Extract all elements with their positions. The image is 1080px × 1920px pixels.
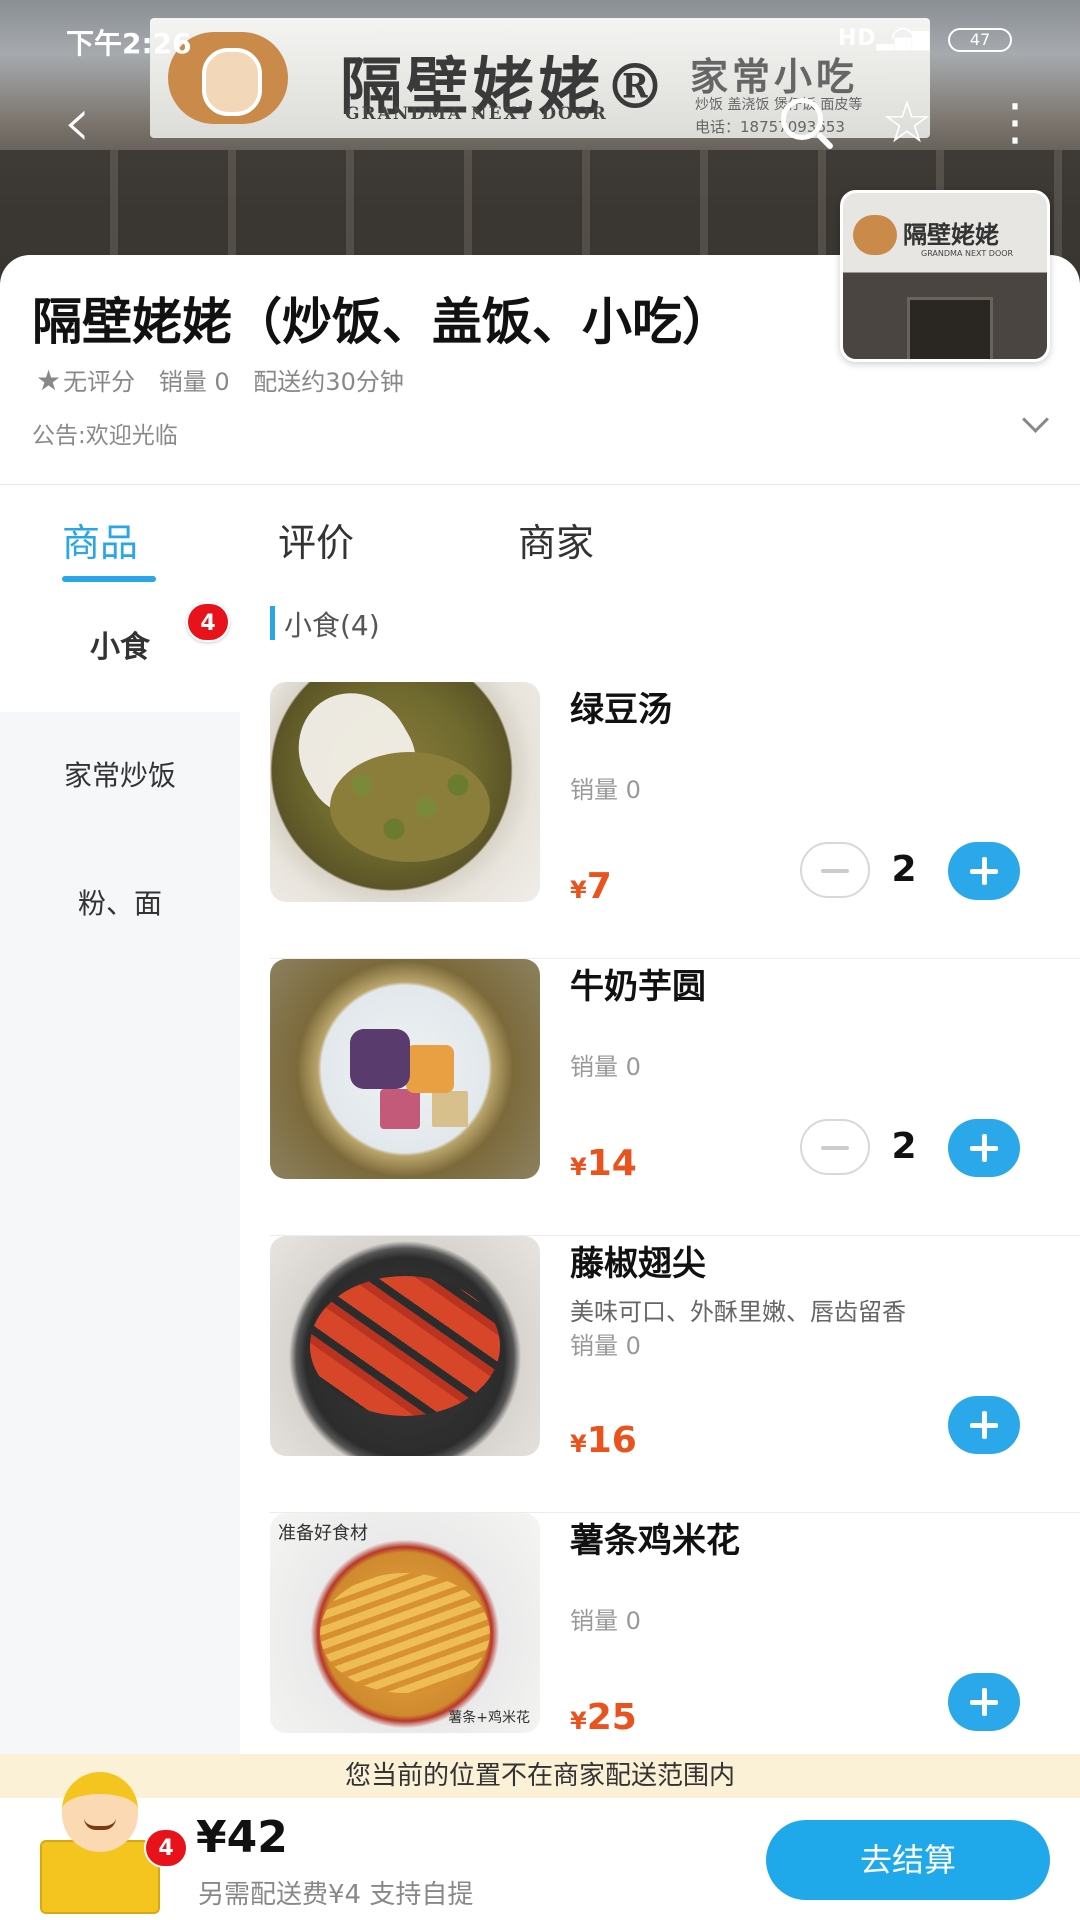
rating-star-icon: ★ bbox=[36, 364, 62, 397]
delivery-range-notice: 您当前的位置不在商家配送范围内 bbox=[0, 1754, 1080, 1798]
status-bar: 下午2:26 HD▂▄▆ ◠ 47 bbox=[0, 0, 1080, 70]
decrease-quantity-button[interactable] bbox=[800, 1119, 870, 1175]
product-price-value: 7 bbox=[586, 866, 612, 907]
product-description: 美味可口、外酥里嫩、唇齿留香 bbox=[570, 1298, 906, 1326]
currency-symbol: ¥ bbox=[570, 1707, 587, 1735]
image-caption: 准备好食材 bbox=[278, 1523, 368, 1544]
product-name: 藤椒翅尖 bbox=[570, 1244, 706, 1284]
product-image-pepper-wings[interactable] bbox=[270, 1236, 540, 1456]
delivery-fee-info: 另需配送费¥4 支持自提 bbox=[198, 1880, 474, 1910]
category-count-badge: 4 bbox=[186, 602, 230, 642]
product-item[interactable]: 绿豆汤 销量 0 ¥7 2 bbox=[270, 682, 1080, 959]
thumb-door bbox=[907, 297, 993, 359]
section-bar bbox=[270, 606, 275, 640]
tab-reviews[interactable]: 评价 bbox=[278, 512, 354, 567]
product-item[interactable]: 牛奶芋圆 销量 0 ¥14 2 bbox=[270, 959, 1080, 1236]
sign-store-english: GRANDMA NEXT DOOR bbox=[345, 104, 608, 124]
category-fried-rice[interactable]: 家常炒饭 bbox=[0, 712, 240, 840]
product-price: ¥14 bbox=[570, 1143, 637, 1184]
product-image-fries-popcorn-chicken[interactable]: 准备好食材 薯条+鸡米花 bbox=[270, 1513, 540, 1733]
image-caption: 薯条+鸡米花 bbox=[448, 1710, 530, 1726]
quantity: 2 bbox=[891, 1126, 917, 1167]
divider bbox=[0, 484, 1080, 485]
thumb-store-english: GRANDMA NEXT DOOR bbox=[921, 249, 1014, 258]
store-rating: 无评分 bbox=[63, 368, 136, 396]
product-price-value: 25 bbox=[586, 1697, 637, 1738]
product-price-value: 14 bbox=[586, 1143, 637, 1184]
product-sales: 销量 0 bbox=[570, 1332, 641, 1360]
product-name: 牛奶芋圆 bbox=[570, 967, 706, 1007]
store-announcement: 公告:欢迎光临 bbox=[32, 423, 178, 449]
store-meta: ★无评分 销量 0 配送约30分钟 bbox=[36, 362, 420, 397]
product-name: 绿豆汤 bbox=[570, 690, 672, 730]
quantity: 2 bbox=[891, 849, 917, 890]
battery-icon: 47 bbox=[948, 28, 1012, 52]
currency-symbol: ¥ bbox=[570, 1430, 587, 1458]
add-item-button[interactable] bbox=[948, 1119, 1020, 1177]
mascot-head bbox=[62, 1772, 138, 1852]
delivery-time: 配送约30分钟 bbox=[253, 368, 404, 396]
store-title: 隔壁姥姥（炒饭、盖饭、小吃） bbox=[32, 293, 732, 351]
add-item-button[interactable] bbox=[948, 1396, 1020, 1454]
category-noodles[interactable]: 粉、面 bbox=[0, 840, 240, 968]
tab-merchant[interactable]: 商家 bbox=[518, 512, 594, 567]
wifi-icon: ◠ bbox=[890, 20, 917, 55]
active-tab-indicator bbox=[62, 576, 156, 582]
category-sidebar: 小食 4 家常炒饭 粉、面 bbox=[0, 584, 240, 1754]
store-thumbnail[interactable]: 隔壁姥姥 GRANDMA NEXT DOOR bbox=[840, 190, 1050, 362]
add-item-button[interactable] bbox=[948, 842, 1020, 900]
signal-label: HD bbox=[838, 26, 877, 51]
search-icon[interactable] bbox=[772, 92, 832, 152]
status-time: 下午2:26 bbox=[66, 27, 192, 60]
product-item[interactable]: 准备好食材 薯条+鸡米花 薯条鸡米花 销量 0 ¥25 bbox=[270, 1513, 1080, 1790]
cart-total-price: ¥42 bbox=[196, 1812, 288, 1863]
tab-bar: 商品 评价 商家 bbox=[0, 498, 1080, 584]
add-item-button[interactable] bbox=[948, 1673, 1020, 1731]
store-sales: 销量 0 bbox=[158, 368, 230, 396]
currency-symbol: ¥ bbox=[570, 1153, 587, 1181]
thumb-store-name: 隔壁姥姥 bbox=[903, 220, 999, 249]
back-icon[interactable]: ‹ bbox=[52, 87, 102, 157]
cart-count-badge: 4 bbox=[144, 1828, 188, 1868]
checkout-button[interactable]: 去结算 bbox=[766, 1820, 1050, 1900]
cart-mascot-icon[interactable] bbox=[40, 1772, 160, 1914]
chevron-down-icon[interactable] bbox=[1018, 404, 1054, 440]
favorite-star-icon[interactable]: ☆ bbox=[872, 92, 942, 152]
product-image-taro-milk[interactable] bbox=[270, 959, 540, 1179]
product-price: ¥16 bbox=[570, 1420, 637, 1461]
section-title: 小食(4) bbox=[284, 609, 380, 642]
tab-goods[interactable]: 商品 bbox=[62, 512, 138, 567]
product-price: ¥25 bbox=[570, 1697, 637, 1738]
category-label: 粉、面 bbox=[77, 887, 162, 920]
category-label: 小食 bbox=[90, 630, 150, 665]
more-options-icon[interactable]: ⋮ bbox=[990, 92, 1040, 152]
product-price-value: 16 bbox=[586, 1420, 637, 1461]
currency-symbol: ¥ bbox=[570, 876, 587, 904]
product-image-mung-bean-soup[interactable] bbox=[270, 682, 540, 902]
product-sales: 销量 0 bbox=[570, 1053, 641, 1081]
product-sales: 销量 0 bbox=[570, 776, 641, 804]
category-snacks[interactable]: 小食 4 bbox=[0, 584, 240, 712]
category-label: 家常炒饭 bbox=[63, 759, 176, 792]
decrease-quantity-button[interactable] bbox=[800, 842, 870, 898]
battery-level: 47 bbox=[969, 30, 991, 49]
product-sales: 销量 0 bbox=[570, 1607, 641, 1635]
product-item[interactable]: 藤椒翅尖 美味可口、外酥里嫩、唇齿留香 销量 0 ¥16 bbox=[270, 1236, 1080, 1513]
product-price: ¥7 bbox=[570, 866, 612, 907]
signal-icon: HD▂▄▆ bbox=[838, 26, 931, 51]
thumb-logo-icon bbox=[853, 215, 897, 255]
product-name: 薯条鸡米花 bbox=[570, 1521, 740, 1561]
